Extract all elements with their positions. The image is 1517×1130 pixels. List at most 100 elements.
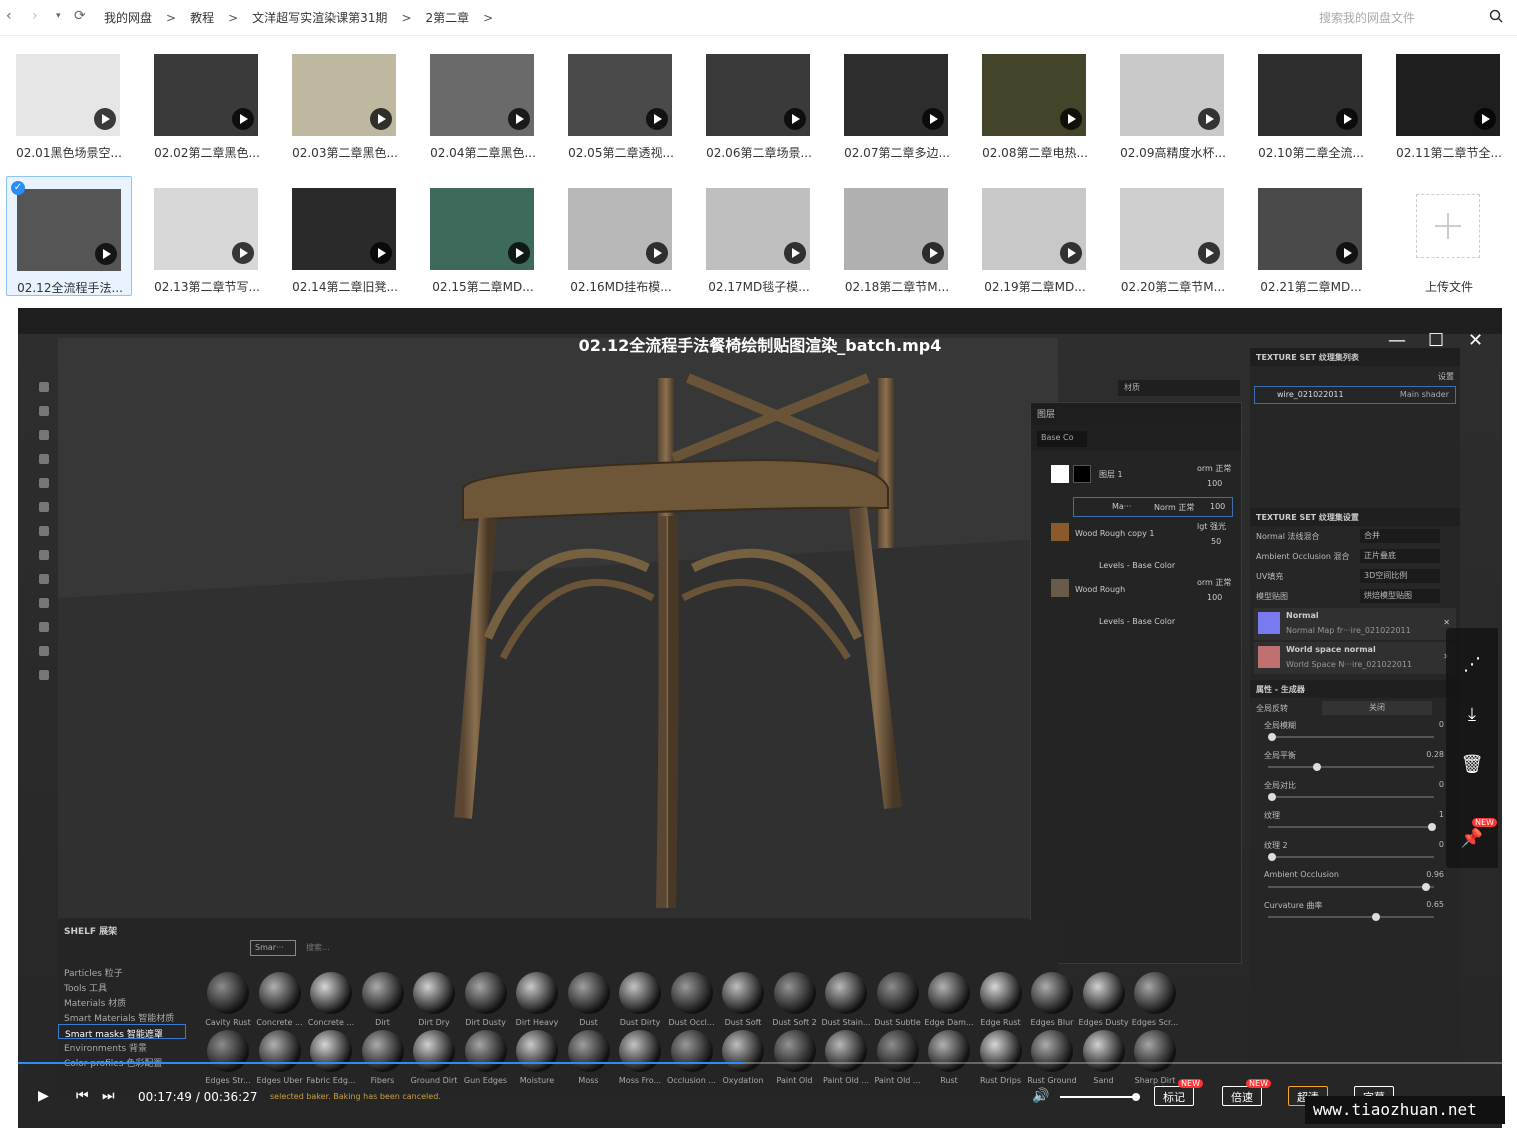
baked-map-row[interactable]: World space normal World Space N···ire_02… bbox=[1254, 642, 1456, 674]
smart-mask-item[interactable]: Dirt Dusty bbox=[460, 972, 512, 1027]
forward-icon[interactable]: › bbox=[32, 8, 38, 24]
share-icon[interactable]: ⋰ bbox=[1460, 654, 1484, 678]
smart-mask-item[interactable]: Fibers bbox=[357, 1030, 409, 1085]
smart-mask-item[interactable]: Dust bbox=[563, 972, 615, 1027]
smart-mask-item[interactable]: Moss bbox=[563, 1030, 615, 1085]
smart-mask-item[interactable]: Edges Scr... bbox=[1129, 972, 1181, 1027]
file-tile[interactable]: 02.03第二章黑色... bbox=[282, 42, 408, 162]
smart-mask-item[interactable]: Moss Fro... bbox=[614, 1030, 666, 1085]
slider-track[interactable] bbox=[1268, 883, 1434, 891]
texture-set-item[interactable]: wire_021022011 Main shader bbox=[1254, 386, 1456, 404]
file-tile[interactable]: 02.15第二章MD... bbox=[420, 176, 546, 296]
channel-select[interactable]: Base Co bbox=[1037, 431, 1087, 447]
smudge-tool-icon[interactable] bbox=[39, 478, 49, 488]
smart-mask-item[interactable]: Edge Dam... bbox=[923, 972, 975, 1027]
breadcrumb-item[interactable]: 2第二章 bbox=[426, 9, 470, 26]
smart-mask-item[interactable]: Rust Drips bbox=[975, 1030, 1027, 1085]
bake-icon[interactable] bbox=[39, 550, 49, 560]
smart-mask-item[interactable]: Gun Edges bbox=[460, 1030, 512, 1085]
file-tile[interactable]: ✓ 02.12全流程手法... bbox=[6, 176, 132, 296]
3d-viewport[interactable] bbox=[58, 338, 1058, 918]
slider-knob[interactable] bbox=[1268, 853, 1276, 861]
clone-tool-icon[interactable] bbox=[39, 502, 49, 512]
shelf-category[interactable]: Smart masks 智能遮罩 bbox=[58, 1024, 186, 1040]
smart-mask-item[interactable]: Dust Subtle bbox=[872, 972, 924, 1027]
previous-icon[interactable]: ⏮ bbox=[76, 1088, 89, 1104]
slider-value[interactable]: 1 bbox=[1439, 810, 1444, 819]
smart-mask-item[interactable]: Occlusion ... bbox=[666, 1030, 718, 1085]
eraser-tool-icon[interactable] bbox=[39, 406, 49, 416]
file-tile[interactable]: 02.07第二章多边... bbox=[834, 42, 960, 162]
shelf-category[interactable]: Smart Materials 智能材质 bbox=[58, 1009, 186, 1024]
layer-blend[interactable]: orm 正常 bbox=[1197, 577, 1231, 588]
smart-mask-item[interactable]: Dust Stain... bbox=[820, 972, 872, 1027]
file-tile[interactable]: 02.05第二章透视... bbox=[558, 42, 684, 162]
search-input[interactable]: 搜索我的网盘文件 bbox=[1307, 5, 1507, 29]
volume-icon[interactable]: 🔊 bbox=[1032, 1088, 1049, 1104]
smart-mask-item[interactable]: Dust Dirty bbox=[614, 972, 666, 1027]
plugin-icon[interactable] bbox=[39, 598, 49, 608]
paint-tool-icon[interactable] bbox=[39, 382, 49, 392]
smart-mask-item[interactable]: Fabric Edg... bbox=[305, 1030, 357, 1085]
close-icon[interactable]: ✕ bbox=[1468, 330, 1483, 351]
slider-value[interactable]: 0.96 bbox=[1426, 870, 1444, 879]
photoshop-icon[interactable] bbox=[39, 622, 49, 632]
shelf-category[interactable]: Materials 材质 bbox=[58, 994, 186, 1009]
smart-mask-item[interactable]: Edges Str... bbox=[202, 1030, 254, 1085]
slider-value[interactable]: 0.28 bbox=[1426, 750, 1444, 759]
slider-track[interactable] bbox=[1268, 733, 1434, 741]
layer-opacity[interactable]: 100 bbox=[1207, 593, 1222, 602]
setting-value[interactable]: 合并 bbox=[1360, 529, 1440, 543]
slider-value[interactable]: 0 bbox=[1439, 720, 1444, 729]
file-tile[interactable]: 02.10第二章全流... bbox=[1248, 42, 1374, 162]
file-tile[interactable]: 02.17MD毯子模... bbox=[696, 176, 822, 296]
smart-mask-item[interactable]: Moisture bbox=[511, 1030, 563, 1085]
setting-value[interactable]: 3D空间比例 bbox=[1360, 569, 1440, 583]
file-tile[interactable]: 02.19第二章MD... bbox=[972, 176, 1098, 296]
slider-knob[interactable] bbox=[1312, 763, 1321, 771]
layer-opacity[interactable]: 100 bbox=[1210, 502, 1225, 511]
file-tile[interactable]: 02.09高精度水杯... bbox=[1110, 42, 1236, 162]
speed-button[interactable]: 倍速 NEW bbox=[1222, 1079, 1271, 1106]
smart-mask-item[interactable]: Dust Soft 2 bbox=[769, 972, 821, 1027]
slider-value[interactable]: 0.65 bbox=[1426, 900, 1444, 909]
refresh-icon[interactable]: ⟳ bbox=[74, 8, 86, 24]
baked-map-row[interactable]: Normal Normal Map fr···ire_021022011 ✕ bbox=[1254, 608, 1456, 640]
volume-knob[interactable] bbox=[1132, 1093, 1140, 1101]
smart-mask-item[interactable]: Rust bbox=[923, 1030, 975, 1085]
smart-mask-item[interactable]: Sand bbox=[1078, 1030, 1130, 1085]
material-mode-select[interactable]: 材质 bbox=[1118, 380, 1240, 396]
setting-value[interactable]: 正片叠底 bbox=[1360, 549, 1440, 563]
slider-value[interactable]: 0 bbox=[1439, 840, 1444, 849]
smart-mask-item[interactable]: Edges Uber bbox=[254, 1030, 306, 1085]
slider-track[interactable] bbox=[1268, 913, 1434, 921]
breadcrumb-item[interactable]: 我的网盘 bbox=[104, 9, 152, 26]
back-icon[interactable]: ‹ bbox=[6, 8, 12, 24]
polygon-fill-icon[interactable] bbox=[39, 454, 49, 464]
file-tile[interactable]: 02.14第二章旧凳... bbox=[282, 176, 408, 296]
file-tile[interactable]: 02.16MD挂布模... bbox=[558, 176, 684, 296]
smart-mask-item[interactable]: Oxydation bbox=[717, 1030, 769, 1085]
layer-opacity[interactable]: 100 bbox=[1207, 479, 1222, 488]
picker-tool-icon[interactable] bbox=[39, 526, 49, 536]
slider-value[interactable]: 0 bbox=[1439, 780, 1444, 789]
settings-icon[interactable] bbox=[39, 670, 49, 680]
shelf-category[interactable]: Tools 工具 bbox=[58, 979, 186, 994]
file-tile[interactable]: 02.08第二章电热... bbox=[972, 42, 1098, 162]
smart-mask-item[interactable]: Dirt bbox=[357, 972, 409, 1027]
smart-mask-item[interactable]: Dirt Heavy bbox=[511, 972, 563, 1027]
file-tile[interactable]: 02.20第二章节M... bbox=[1110, 176, 1236, 296]
search-icon[interactable] bbox=[1489, 9, 1503, 23]
layer-blend[interactable]: Norm 正常 bbox=[1154, 502, 1194, 513]
texture-set-list-settings[interactable]: 设置 bbox=[1250, 366, 1460, 386]
smart-mask-item[interactable]: Edge Rust bbox=[975, 972, 1027, 1027]
video-player[interactable]: 02.12全流程手法餐椅绘制贴图渲染_batch.mp4 — ☐ ✕ 材质 图层… bbox=[18, 308, 1502, 1128]
remove-map-icon[interactable]: ✕ bbox=[1443, 618, 1450, 627]
breadcrumb-item[interactable]: 教程 bbox=[190, 9, 214, 26]
slider-track[interactable] bbox=[1268, 823, 1436, 831]
selected-check-icon[interactable]: ✓ bbox=[11, 181, 25, 195]
file-tile[interactable]: 02.02第二章黑色... bbox=[144, 42, 270, 162]
shelf-filter-chip[interactable]: Smar··· bbox=[250, 940, 296, 956]
delete-icon[interactable]: 🗑 bbox=[1460, 754, 1484, 778]
file-tile[interactable]: 02.18第二章节M... bbox=[834, 176, 960, 296]
